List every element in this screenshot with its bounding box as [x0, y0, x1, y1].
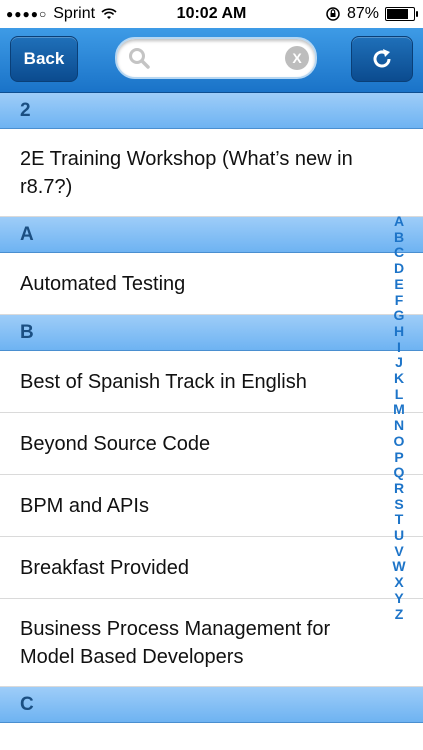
index-letter[interactable]: V [394, 543, 403, 560]
status-right: 87% [325, 5, 418, 23]
battery-fill [387, 9, 408, 19]
refresh-button[interactable] [351, 36, 413, 82]
index-letter[interactable]: O [394, 433, 405, 450]
index-letter[interactable]: N [394, 417, 404, 434]
status-bar: ●●●●○ Sprint 10:02 AM 87% [0, 0, 423, 28]
section-header-2: 2 [0, 93, 423, 129]
index-letter[interactable]: D [394, 260, 404, 277]
index-letter[interactable]: X [394, 574, 403, 591]
back-button[interactable]: Back [10, 36, 78, 82]
index-letter[interactable]: W [392, 559, 405, 575]
index-letter[interactable]: Y [394, 590, 403, 607]
index-letter[interactable]: C [394, 245, 404, 261]
index-letter[interactable]: S [394, 496, 403, 513]
section-header-c: C [0, 687, 423, 723]
rotation-lock-icon [326, 7, 340, 21]
index-letter[interactable]: G [394, 308, 405, 324]
index-letter[interactable]: E [394, 276, 403, 293]
index-letter[interactable]: U [394, 527, 404, 544]
index-letter[interactable]: T [395, 512, 404, 528]
search-icon [129, 48, 150, 69]
index-letter[interactable]: P [394, 449, 403, 466]
index-letter[interactable]: B [394, 229, 404, 246]
index-letter[interactable]: K [394, 370, 404, 387]
refresh-icon [373, 49, 391, 68]
index-letter[interactable]: Q [394, 465, 405, 481]
index-letter[interactable]: F [395, 292, 404, 309]
list-item[interactable]: Automated Testing [0, 253, 423, 315]
search-input[interactable] [157, 46, 277, 70]
section-header-b: B [0, 315, 423, 351]
index-letter[interactable]: I [397, 339, 401, 356]
search-field[interactable]: X [115, 37, 317, 79]
index-letter[interactable]: J [395, 355, 403, 371]
session-list: 2 2E Training Workshop (What’s new in r8… [0, 93, 423, 723]
list-item[interactable]: Breakfast Provided [0, 537, 423, 599]
list-item[interactable]: BPM and APIs [0, 475, 423, 537]
list-item[interactable]: Business Process Management for Model Ba… [0, 599, 423, 687]
navigation-bar: Back X [0, 28, 423, 93]
list-item[interactable]: Best of Spanish Track in English [0, 351, 423, 413]
index-letter[interactable]: M [393, 402, 405, 418]
battery-percent: 87% [346, 5, 379, 22]
index-letter[interactable]: R [394, 480, 404, 497]
index-letter[interactable]: Z [395, 606, 404, 623]
index-letter[interactable]: L [395, 386, 404, 403]
index-letter[interactable]: A [394, 213, 404, 230]
index-letter[interactable]: H [394, 323, 404, 340]
section-header-a: A [0, 217, 423, 253]
list-item[interactable]: 2E Training Workshop (What’s new in r8.7… [0, 129, 423, 217]
alphabet-index[interactable]: ABCDEFGHIJKLMNOPQRSTUVWXYZ [391, 213, 407, 623]
battery-icon [385, 7, 418, 21]
clear-search-button[interactable]: X [285, 46, 309, 70]
list-item[interactable]: Beyond Source Code [0, 413, 423, 475]
